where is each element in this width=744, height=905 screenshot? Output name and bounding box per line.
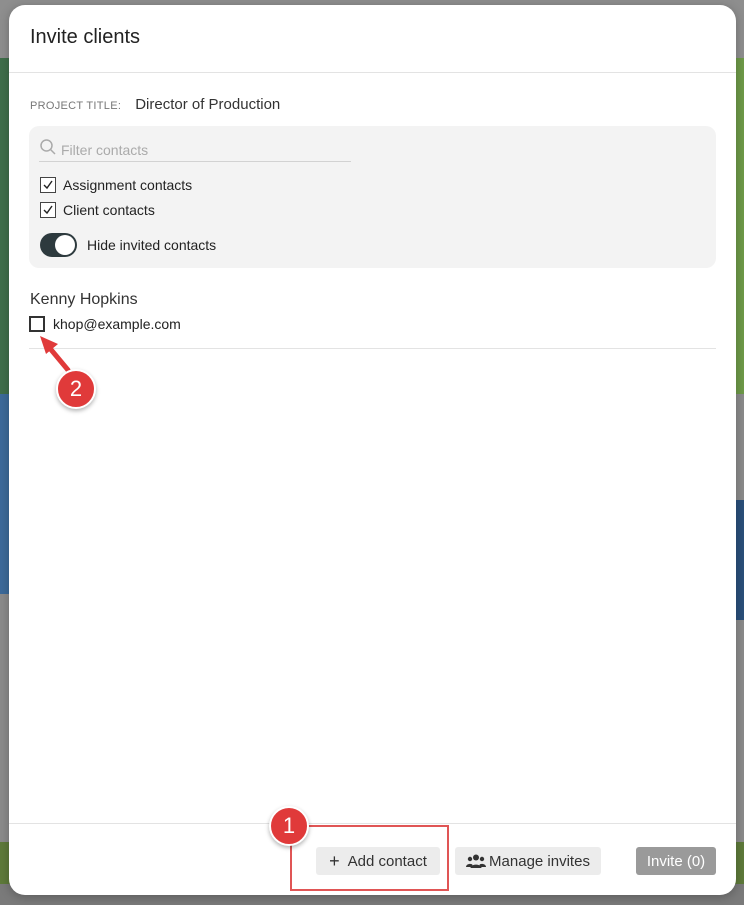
project-title-value: Director of Production (135, 96, 281, 113)
step-badge-2: 2 (56, 369, 96, 409)
assignment-contacts-label: Assignment contacts (63, 177, 193, 193)
filter-contacts-input[interactable] (61, 141, 341, 158)
client-contacts-checkbox[interactable] (40, 202, 56, 218)
manage-invites-label: Manage invites (489, 852, 590, 870)
hide-invited-option[interactable]: Hide invited contacts (40, 233, 216, 257)
manage-invites-button[interactable]: Manage invites (455, 847, 601, 875)
assignment-contacts-option[interactable]: Assignment contacts (40, 177, 192, 193)
project-title-label: PROJECT TITLE: (30, 100, 122, 112)
contact-name: Kenny Hopkins (30, 291, 138, 308)
search-icon (39, 138, 57, 161)
filter-panel: Assignment contacts Client contacts Hide… (29, 126, 716, 268)
invite-button[interactable]: Invite (0) (636, 847, 716, 875)
client-contacts-option[interactable]: Client contacts (40, 202, 155, 218)
invite-clients-dialog: Invite clients PROJECT TITLE: Director o… (9, 5, 736, 895)
dialog-title: Invite clients (30, 26, 141, 48)
checkmark-icon (43, 205, 53, 215)
checkmark-icon (43, 180, 53, 190)
assignment-contacts-checkbox[interactable] (40, 177, 56, 193)
hide-invited-label: Hide invited contacts (87, 237, 217, 253)
toggle-knob (55, 235, 75, 255)
project-title-row: PROJECT TITLE: Director of Production (30, 96, 280, 113)
step-badge-1: 1 (269, 806, 309, 846)
client-contacts-label: Client contacts (63, 202, 155, 218)
add-contact-highlight (290, 825, 449, 891)
hide-invited-toggle[interactable] (40, 233, 77, 257)
users-icon (466, 854, 487, 868)
search-field[interactable] (39, 138, 351, 162)
contact-divider (29, 348, 716, 349)
dialog-header: Invite clients (9, 5, 736, 73)
